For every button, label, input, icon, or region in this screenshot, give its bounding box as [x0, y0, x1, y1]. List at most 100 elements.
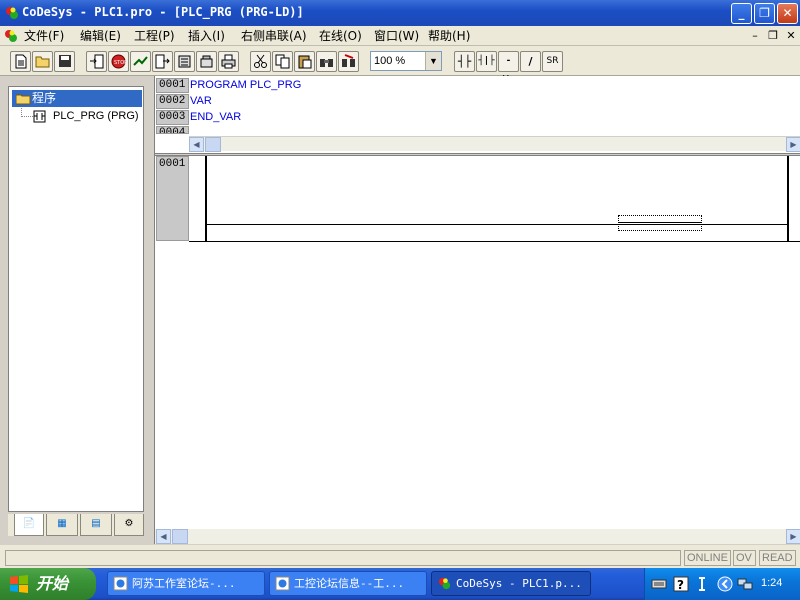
taskbar-item-label: 阿苏工作室论坛-... — [132, 577, 236, 590]
save-button[interactable] — [54, 51, 75, 72]
code-line[interactable]: VAR — [190, 94, 212, 109]
menu-window[interactable]: 窗口(W) — [374, 28, 419, 44]
run-button[interactable] — [130, 51, 151, 72]
new-button[interactable] — [10, 51, 31, 72]
network-separator — [189, 241, 800, 242]
code-line[interactable]: PROGRAM PLC_PRG — [190, 78, 301, 93]
tree-item-plc-prg[interactable]: PLC_PRG (PRG) — [33, 109, 139, 124]
scroll-right-icon[interactable]: ▶ — [786, 529, 800, 544]
cut-button[interactable] — [250, 51, 271, 72]
code-line[interactable]: END_VAR — [190, 110, 241, 125]
start-button[interactable]: 开始 — [0, 568, 96, 600]
start-label: 开始 — [36, 574, 69, 593]
logout-button[interactable] — [152, 51, 173, 72]
declaration-scrollbar[interactable]: ◀ ▶ — [189, 136, 800, 152]
insert-sr-button[interactable]: SR — [542, 51, 563, 72]
minimize-button[interactable]: _ — [731, 3, 752, 24]
tab-pous[interactable]: 📄 — [14, 514, 44, 536]
menu-insert[interactable]: 插入(I) — [188, 28, 225, 44]
menu-right-series[interactable]: 右侧串联(A) — [241, 28, 307, 44]
mdi-close-button[interactable]: ✕ — [783, 28, 799, 44]
scroll-left-icon[interactable]: ◀ — [189, 137, 204, 152]
binoculars-icon — [320, 59, 333, 67]
line-number: 0001 — [156, 78, 189, 93]
title-bar[interactable]: CoDeSys - PLC1.pro - [PLC_PRG (PRG-LD)] … — [0, 0, 800, 26]
tree-root-programs[interactable]: 程序 — [12, 90, 142, 107]
tree-root-label: 程序 — [32, 91, 57, 105]
paste-button[interactable] — [294, 51, 315, 72]
windows-logo-icon — [10, 575, 28, 593]
maximize-button[interactable]: ❐ — [754, 3, 775, 24]
menu-file[interactable]: 文件(F) — [24, 28, 64, 44]
login-button[interactable] — [86, 51, 107, 72]
rebuild-icon — [200, 55, 213, 68]
scroll-right-icon[interactable]: ▶ — [786, 137, 800, 152]
input-method-icon[interactable] — [695, 576, 711, 592]
menu-edit[interactable]: 编辑(E) — [80, 28, 121, 44]
insert-contact-button[interactable]: ┤├ — [454, 51, 475, 72]
scrollbar-thumb[interactable] — [205, 137, 221, 152]
copy-button[interactable] — [272, 51, 293, 72]
paste-icon — [298, 55, 312, 69]
scroll-left-icon[interactable]: ◀ — [156, 529, 171, 544]
body-scrollbar[interactable]: ◀ ▶ — [155, 529, 800, 544]
taskbar-item-codesys[interactable]: CoDeSys - PLC1.p... — [431, 571, 591, 596]
svg-text:?: ? — [677, 578, 684, 592]
left-power-rail — [205, 156, 207, 241]
declaration-pane[interactable]: 0001 PROGRAM PLC_PRG 0002 VAR 0003 END_V… — [155, 76, 800, 138]
mdi-restore-button[interactable]: ❐ — [765, 28, 781, 44]
insert-parallel-contact-button[interactable]: ┤|├ — [476, 51, 497, 72]
clock[interactable]: 1:24 — [761, 577, 782, 589]
status-bar: ONLINE OV READ — [0, 544, 800, 568]
tray-collapse-icon[interactable] — [717, 576, 733, 592]
replace-button[interactable] — [338, 51, 359, 72]
mdi-minimize-button[interactable]: – — [747, 28, 763, 44]
object-organizer-tree[interactable]: 程序 PLC_PRG (PRG) — [8, 86, 144, 512]
print-button[interactable] — [218, 51, 239, 72]
network-number: 0001 — [156, 156, 189, 241]
print-icon — [221, 54, 236, 69]
taskbar-item-label: CoDeSys - PLC1.p... — [456, 577, 582, 590]
tab-visualizations[interactable]: ▤ — [80, 514, 112, 536]
chevron-down-icon[interactable]: ▼ — [425, 52, 441, 70]
tab-resources[interactable]: ⚙ — [114, 514, 144, 536]
insert-line-button[interactable]: / — [520, 51, 541, 72]
window-title: CoDeSys - PLC1.pro - [PLC_PRG (PRG-LD)] — [22, 5, 304, 19]
scrollbar-thumb[interactable] — [172, 529, 188, 544]
keyboard-icon[interactable] — [651, 576, 667, 592]
stop-button[interactable]: STOP — [108, 51, 129, 72]
menu-online[interactable]: 在线(O) — [319, 28, 362, 44]
selection-box[interactable] — [618, 215, 702, 231]
ladder-network[interactable]: 0001 — [155, 156, 800, 242]
line-number: 0003 — [156, 110, 189, 125]
status-online: ONLINE — [684, 550, 731, 566]
run-icon — [132, 56, 148, 66]
menu-help[interactable]: 帮助(H) — [428, 28, 470, 44]
find-button[interactable] — [316, 51, 337, 72]
build-button[interactable] — [174, 51, 195, 72]
insert-coil-button[interactable]: -()- — [498, 51, 519, 85]
login-icon — [90, 54, 104, 69]
line-number: 0004 — [156, 126, 189, 134]
codesys-app-icon — [6, 7, 18, 19]
taskbar-item-forum-1[interactable]: 阿苏工作室论坛-... — [107, 571, 265, 596]
document-icon[interactable] — [3, 28, 19, 44]
rebuild-button[interactable] — [196, 51, 217, 72]
build-icon — [178, 55, 191, 68]
close-button[interactable]: ✕ — [777, 3, 798, 24]
taskbar-item-forum-2[interactable]: 工控论坛信息--工... — [269, 571, 427, 596]
network-icon[interactable] — [737, 576, 753, 592]
browser-icon — [275, 576, 290, 591]
open-folder-icon — [16, 94, 31, 105]
save-disk-icon — [58, 55, 71, 67]
zoom-select[interactable]: 100 % ▼ — [370, 51, 442, 71]
menu-project[interactable]: 工程(P) — [134, 28, 175, 44]
pou-editor[interactable]: 0001 PROGRAM PLC_PRG 0002 VAR 0003 END_V… — [154, 76, 800, 544]
status-ov: OV — [733, 550, 756, 566]
open-button[interactable] — [32, 51, 53, 72]
line-number: 0002 — [156, 94, 189, 109]
help-icon[interactable]: ? — [673, 576, 689, 592]
right-power-rail — [787, 156, 789, 241]
tab-datatypes[interactable]: ▦ — [46, 514, 78, 536]
menu-bar: 文件(F) 编辑(E) 工程(P) 插入(I) 右侧串联(A) 在线(O) 窗口… — [0, 26, 800, 46]
